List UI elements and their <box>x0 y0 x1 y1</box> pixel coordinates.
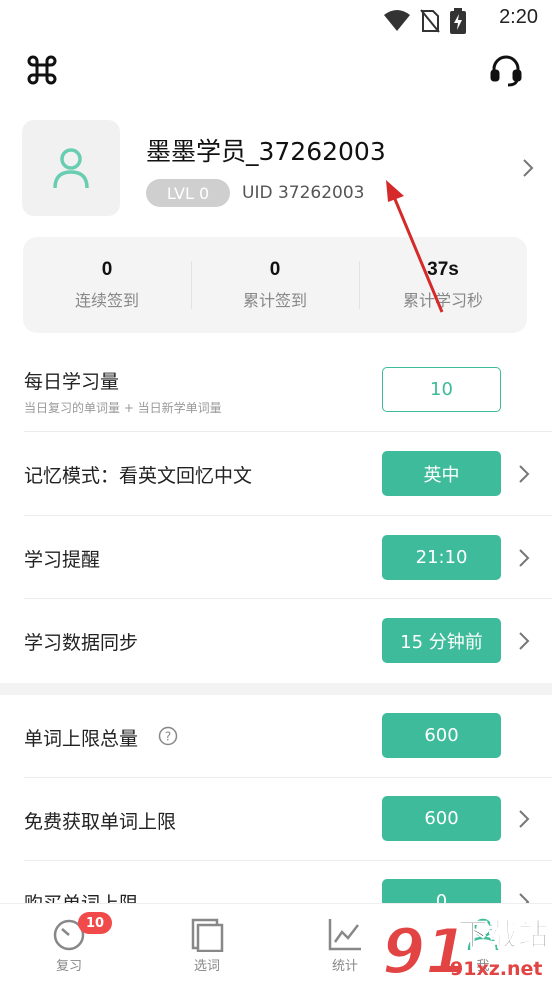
user-id: UID 37262003 <box>242 183 365 203</box>
annotation-arrow-icon <box>386 180 444 313</box>
stats-card: 0 连续签到 0 累计签到 37s 累计学习秒 <box>23 237 527 333</box>
status-bar: 2:20 <box>0 0 552 40</box>
wifi-icon <box>384 10 410 36</box>
svg-text:?: ? <box>165 730 171 744</box>
username: 墨墨学员_37262003 <box>146 137 386 166</box>
stat-value: 0 <box>101 259 113 280</box>
watermark-text: 下载站 <box>458 918 548 953</box>
free-word-limit-button[interactable]: 600 <box>382 796 501 841</box>
daily-amount-button[interactable]: 10 <box>382 367 501 412</box>
avatar[interactable] <box>22 120 120 216</box>
status-icons <box>384 8 466 38</box>
chevron-right-icon <box>522 158 534 182</box>
help-icon[interactable]: ? <box>158 726 178 750</box>
watermark-logo: 91 下载站 91xz.net <box>380 903 552 983</box>
headset-icon[interactable] <box>486 50 526 90</box>
setting-title: 学习提醒 <box>24 549 101 571</box>
section-separator <box>0 683 552 695</box>
sync-status-button[interactable]: 15 分钟前 <box>382 618 501 663</box>
stat-consecutive-checkin: 0 连续签到 <box>23 237 191 333</box>
chevron-right-icon <box>518 631 530 655</box>
line-chart-icon <box>326 916 364 952</box>
setting-title: 记忆模式：看英文回忆中文 <box>24 465 253 487</box>
memory-mode-button[interactable]: 英中 <box>382 451 501 496</box>
tab-review[interactable]: 复习 10 <box>0 904 138 983</box>
stat-total-checkin: 0 累计签到 <box>191 237 359 333</box>
setting-title: 每日学习量 <box>24 371 120 393</box>
chevron-right-icon <box>518 809 530 833</box>
command-icon[interactable] <box>22 50 62 90</box>
cards-icon <box>188 916 226 952</box>
setting-memory-mode[interactable]: 记忆模式：看英文回忆中文 英中 <box>0 432 552 516</box>
setting-free-word-limit[interactable]: 免费获取单词上限 600 <box>0 778 552 861</box>
stat-value: 0 <box>269 259 281 280</box>
setting-title: 学习数据同步 <box>24 632 139 654</box>
no-sim-icon <box>420 9 440 37</box>
watermark-domain: 91xz.net <box>450 958 542 980</box>
profile-header[interactable]: 墨墨学员_37262003 LVL 0 UID 37262003 <box>22 118 534 218</box>
tab-select-words[interactable]: 选词 <box>138 904 276 983</box>
word-limit-total-button[interactable]: 600 <box>382 713 501 758</box>
setting-title: 免费获取单词上限 <box>24 811 177 833</box>
status-time: 2:20 <box>499 6 538 28</box>
chevron-right-icon <box>518 464 530 488</box>
setting-data-sync[interactable]: 学习数据同步 15 分钟前 <box>0 599 552 683</box>
setting-title: 单词上限总量 <box>24 728 139 750</box>
setting-daily-amount[interactable]: 每日学习量 当日复习的单词量 + 当日新学单词量 10 <box>0 350 552 432</box>
tab-label: 复习 <box>55 959 82 974</box>
stat-label: 连续签到 <box>74 291 139 310</box>
reminder-time-button[interactable]: 21:10 <box>382 535 501 580</box>
chevron-right-icon <box>518 548 530 572</box>
review-count-badge: 10 <box>78 912 112 934</box>
battery-charging-icon <box>450 8 466 38</box>
stat-label: 累计签到 <box>242 291 307 310</box>
level-badge: LVL 0 <box>146 179 230 207</box>
setting-subtitle: 当日复习的单词量 + 当日新学单词量 <box>24 401 222 415</box>
setting-reminder[interactable]: 学习提醒 21:10 <box>0 516 552 599</box>
tab-label: 选词 <box>193 959 220 974</box>
setting-word-limit-total[interactable]: 单词上限总量 ? 600 <box>0 695 552 778</box>
